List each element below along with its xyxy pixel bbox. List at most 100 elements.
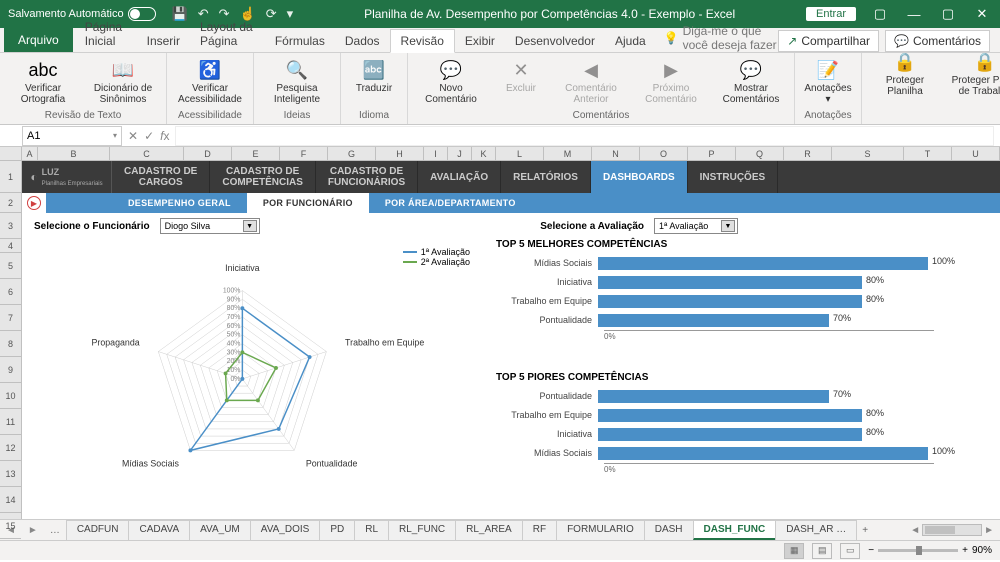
col-header[interactable]: F [280, 147, 328, 160]
save-icon[interactable]: 💾 [172, 6, 188, 22]
subnav-item[interactable]: DESEMPENHO GERAL [112, 193, 247, 213]
ribbon-tab-página-inicial[interactable]: Página Inicial [75, 16, 137, 52]
sheet-tab[interactable]: RL [354, 520, 389, 540]
nav-item[interactable]: CADASTRO DEFUNCIONÁRIOS [316, 161, 418, 193]
sheet-tab[interactable]: FORMULARIO [556, 520, 645, 540]
col-header[interactable]: A [22, 147, 38, 160]
row-header[interactable]: 15 [0, 513, 21, 539]
cmd-traduzir[interactable]: 🔤Traduzir [345, 57, 403, 94]
col-header[interactable]: S [832, 147, 904, 160]
row-header[interactable]: 7 [0, 305, 21, 331]
col-header[interactable]: J [448, 147, 472, 160]
cmd-dicion-rio-de-sin-nimos[interactable]: 📖Dicionário de Sinônimos [84, 57, 162, 105]
col-header[interactable]: C [110, 147, 184, 160]
sheet-tab[interactable]: AVA_DOIS [250, 520, 321, 540]
sheet-content[interactable]: ◐ LUZPlanilhas Empresariais CADASTRO DEC… [22, 161, 1000, 519]
row-header[interactable]: 14 [0, 487, 21, 513]
sheet-tab[interactable]: RL_AREA [455, 520, 523, 540]
formula-input[interactable] [175, 126, 994, 146]
col-header[interactable]: R [784, 147, 832, 160]
zoom-value[interactable]: 90% [972, 545, 992, 556]
sheet-tab[interactable]: DASH [644, 520, 694, 540]
row-header[interactable]: 4 [0, 239, 21, 253]
sheet-tab[interactable]: RL_FUNC [388, 520, 456, 540]
cancel-formula-icon[interactable]: ✕ [128, 129, 138, 143]
sheet-nav-next[interactable]: ► [22, 525, 44, 536]
close-icon[interactable]: ✕ [972, 6, 992, 22]
zoom-out-icon[interactable]: − [868, 545, 874, 556]
ribbon-tab-revisão[interactable]: Revisão [390, 29, 455, 53]
col-header[interactable]: T [904, 147, 952, 160]
nav-item[interactable]: RELATÓRIOS [501, 161, 591, 193]
cmd-verificar-acessibilidade[interactable]: ♿Verificar Acessibilidade [171, 57, 249, 105]
eval-dropdown[interactable]: 1ª Avaliação▼ [654, 218, 738, 234]
col-header[interactable]: P [688, 147, 736, 160]
sheet-tab[interactable]: DASH_FUNC [693, 520, 777, 540]
row-header[interactable]: 3 [0, 213, 21, 239]
row-header[interactable]: 12 [0, 435, 21, 461]
signin-button[interactable]: Entrar [806, 7, 856, 21]
undo-icon[interactable]: ↶ [198, 6, 209, 22]
maximize-icon[interactable]: ▢ [938, 6, 958, 22]
minimize-icon[interactable]: — [904, 7, 924, 22]
page-break-view-button[interactable]: ▭ [840, 543, 860, 559]
col-header[interactable]: G [328, 147, 376, 160]
nav-item[interactable]: CADASTRO DECOMPETÊNCIAS [210, 161, 316, 193]
name-box[interactable]: A1▾ [22, 126, 122, 146]
touch-icon[interactable]: ☝ [240, 6, 256, 22]
cmd-proteger-planilha[interactable]: 🔒Proteger Planilha [866, 49, 944, 97]
nav-item[interactable]: CADASTRO DECARGOS [112, 161, 210, 193]
ribbon-tab-fórmulas[interactable]: Fórmulas [265, 30, 335, 52]
row-header[interactable]: 13 [0, 461, 21, 487]
col-header[interactable]: M [544, 147, 592, 160]
row-header[interactable]: 9 [0, 357, 21, 383]
ribbon-tab-inserir[interactable]: Inserir [137, 30, 190, 52]
sheet-tab[interactable]: PD [319, 520, 355, 540]
fx-icon[interactable]: fx [160, 129, 169, 143]
employee-dropdown[interactable]: Diogo Silva▼ [160, 218, 260, 234]
redo-icon[interactable]: ↷ [219, 6, 230, 22]
hscroll-left[interactable]: ◄ [910, 525, 920, 536]
nav-item[interactable]: INSTRUÇÕES [688, 161, 779, 193]
sheet-tab[interactable]: RF [522, 520, 557, 540]
ribbon-options-icon[interactable]: ▢ [870, 6, 890, 22]
col-header[interactable]: D [184, 147, 232, 160]
zoom-slider[interactable] [878, 549, 958, 552]
sheet-tab[interactable]: CADAVA [128, 520, 190, 540]
sheet-tab[interactable]: AVA_UM [189, 520, 251, 540]
sheet-tab[interactable]: CADFUN [66, 520, 130, 540]
cmd-novo-coment-rio[interactable]: 💬Novo Comentário [412, 57, 490, 105]
nav-item[interactable]: DASHBOARDS [591, 161, 688, 193]
col-header[interactable]: O [640, 147, 688, 160]
cmd-proteger-pasta-de-trabalho[interactable]: 🔒Proteger Pasta de Trabalho [946, 49, 1000, 97]
tell-me-search[interactable]: 💡Diga-me o que você deseja fazer [664, 24, 779, 52]
cmd-mostrar-coment-rios[interactable]: 💬Mostrar Comentários [712, 57, 790, 105]
ribbon-tab-ajuda[interactable]: Ajuda [605, 30, 656, 52]
row-header[interactable]: 10 [0, 383, 21, 409]
row-header[interactable]: 6 [0, 279, 21, 305]
cmd-anota-es-[interactable]: 📝Anotações ▾ [799, 57, 857, 105]
hscroll-bar[interactable] [922, 524, 982, 536]
row-header[interactable]: 8 [0, 331, 21, 357]
cmd-verificar-ortografia[interactable]: abcVerificar Ortografia [4, 57, 82, 105]
sheet-more[interactable]: … [44, 525, 66, 536]
ribbon-tab-desenvolvedor[interactable]: Desenvolvedor [505, 30, 605, 52]
refresh-icon[interactable]: ⟳ [266, 6, 277, 22]
row-header[interactable]: 11 [0, 409, 21, 435]
hscroll-right[interactable]: ► [984, 525, 994, 536]
qat-more-icon[interactable]: ▾ [287, 6, 294, 22]
nav-item[interactable]: AVALIAÇÃO [418, 161, 501, 193]
zoom-in-icon[interactable]: + [962, 545, 968, 556]
ribbon-tab-dados[interactable]: Dados [335, 30, 390, 52]
col-header[interactable]: K [472, 147, 496, 160]
ribbon-tab-exibir[interactable]: Exibir [455, 30, 505, 52]
col-header[interactable]: B [38, 147, 110, 160]
add-sheet-button[interactable]: + [856, 525, 874, 536]
select-all-corner[interactable] [0, 147, 21, 161]
sheet-tab[interactable]: DASH_AR … [775, 520, 857, 540]
row-header[interactable]: 1 [0, 161, 21, 193]
col-header[interactable]: E [232, 147, 280, 160]
page-layout-view-button[interactable]: ▤ [812, 543, 832, 559]
accept-formula-icon[interactable]: ✓ [144, 129, 154, 143]
subnav-item[interactable]: POR ÁREA/DEPARTAMENTO [369, 193, 532, 213]
